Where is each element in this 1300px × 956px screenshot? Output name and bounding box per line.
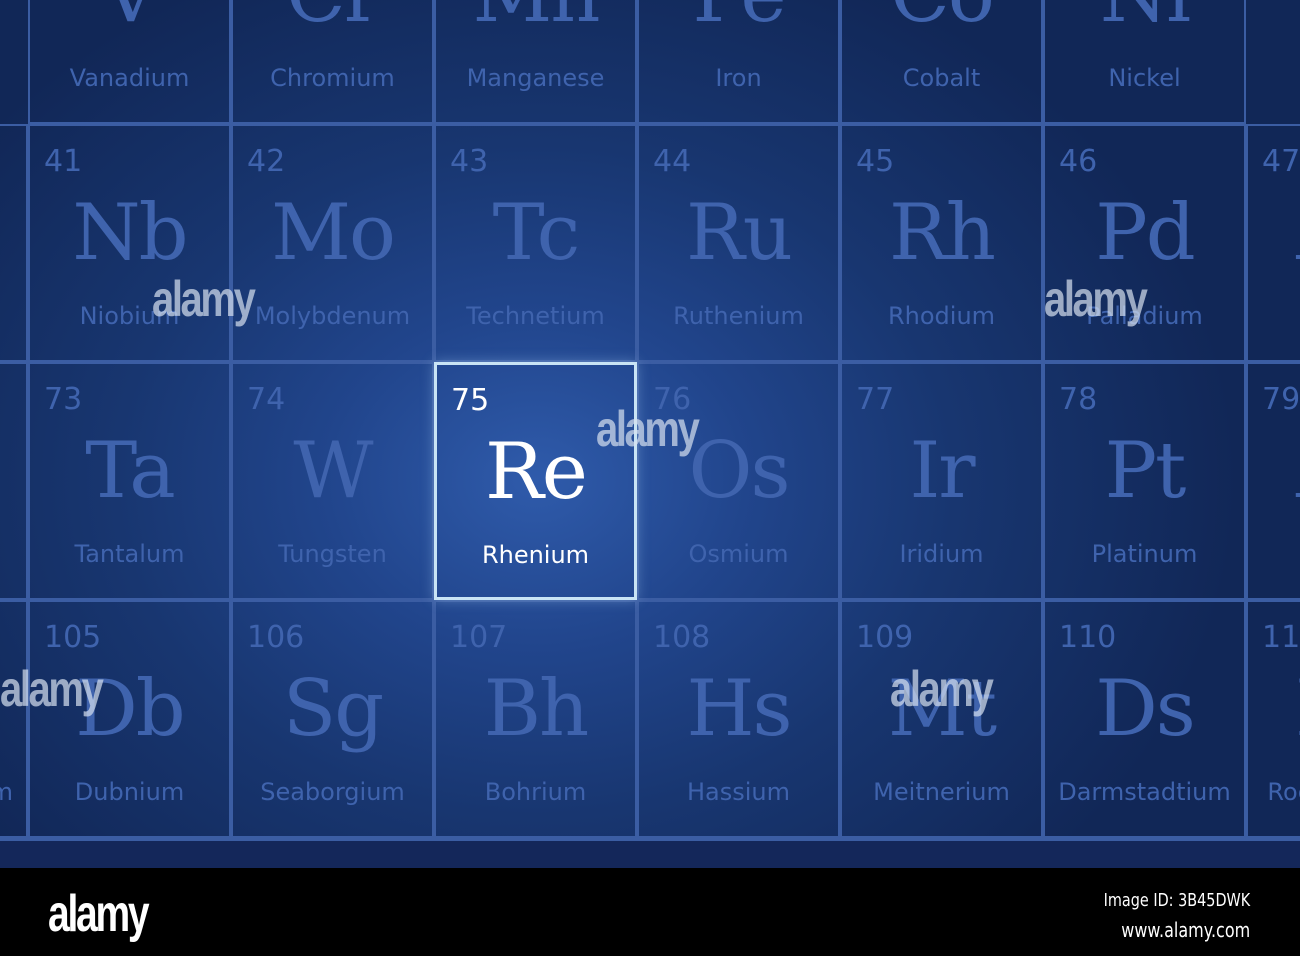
watermark-logo: alamy — [1044, 271, 1148, 327]
atomic-number: 108 — [653, 620, 711, 655]
element-symbol: Ru — [686, 188, 793, 278]
element-name: Nickel — [1108, 64, 1181, 92]
element-symbol: W — [293, 426, 373, 516]
element-symbol: Cr — [233, 0, 432, 40]
element-symbol: Zr — [0, 188, 26, 278]
atomic-number: 75 — [451, 383, 490, 418]
element-cell: 27CoCobalt — [840, 0, 1043, 124]
element-symbol: Rg — [1248, 664, 1300, 754]
atomic-number: 41 — [44, 144, 83, 179]
atomic-number: 46 — [1059, 144, 1098, 179]
watermark-logo: alamy — [0, 661, 104, 717]
watermark-logo: alamy — [596, 401, 700, 457]
element-cell-highlighted: 75 Re Rhenium — [434, 362, 637, 600]
element-name: Gold — [1208, 540, 1300, 568]
element-name: Rhenium — [481, 541, 590, 569]
atomic-number: 44 — [653, 144, 692, 179]
element-cell: 79AuGold — [1246, 362, 1300, 600]
alamy-logo: alamy — [48, 885, 150, 943]
element-symbol: Fe — [639, 0, 838, 40]
element-symbol: Co — [842, 0, 1041, 40]
atomic-number: 107 — [450, 620, 508, 655]
element-symbol: V — [30, 0, 229, 40]
element-symbol: Tc — [492, 188, 581, 278]
element-symbol: Ag — [1248, 188, 1300, 278]
atomic-number: 74 — [247, 382, 286, 417]
table-base — [0, 838, 1300, 868]
watermark-logo: alamy — [890, 661, 994, 717]
atomic-number: 77 — [856, 382, 895, 417]
image-id: Image ID: 3B45DWK — [1103, 890, 1250, 911]
element-cell: 24CrChromium — [231, 0, 434, 124]
periodic-table: 23VVanadium24CrChromium25MnManganese26Fe… — [0, 0, 1300, 868]
element-symbol: Ta — [85, 426, 175, 516]
element-symbol: Nb — [72, 188, 188, 278]
element-symbol: Hf — [0, 426, 26, 516]
element-cell: 28NiNickel — [1043, 0, 1246, 124]
element-cell: 47AgSilver — [1246, 124, 1300, 362]
atomic-number: 43 — [450, 144, 489, 179]
atomic-number: 78 — [1059, 382, 1098, 417]
atomic-number: 109 — [856, 620, 914, 655]
element-symbol: Mo — [271, 188, 396, 278]
atomic-number: 73 — [44, 382, 83, 417]
atomic-number: 106 — [247, 620, 305, 655]
element-symbol: Mn — [436, 0, 635, 40]
atomic-number: 105 — [44, 620, 102, 655]
atomic-number: 110 — [1059, 620, 1117, 655]
element-symbol: Hs — [686, 664, 792, 754]
atomic-number: 47 — [1262, 144, 1300, 179]
site-url: www.alamy.com — [1121, 918, 1250, 942]
element-name: Roentgenium — [1267, 778, 1300, 806]
element-symbol: Sg — [282, 664, 384, 754]
element-cell: 111 Rg Roentgenium — [1246, 600, 1300, 838]
atomic-number: 45 — [856, 144, 895, 179]
atomic-number: 42 — [247, 144, 286, 179]
atomic-number: 111 — [1262, 620, 1300, 655]
element-symbol: Pt — [1104, 426, 1187, 516]
element-symbol: Bh — [483, 664, 590, 754]
element-symbol: Rh — [889, 188, 996, 278]
watermark-logo: alamy — [152, 271, 256, 327]
element-cell: 23VVanadium — [28, 0, 231, 124]
element-symbol: Pd — [1095, 188, 1195, 278]
element-symbol: Ds — [1095, 664, 1196, 754]
element-symbol: Au — [1248, 426, 1300, 516]
element-cell: 25MnManganese — [434, 0, 637, 124]
element-symbol: Ir — [909, 426, 975, 516]
atomic-number: 79 — [1262, 382, 1300, 417]
element-name: Silver — [1208, 302, 1300, 330]
footer-bar: alamy Image ID: 3B45DWK www.alamy.com — [0, 868, 1300, 956]
element-symbol: Ni — [1045, 0, 1244, 40]
element-cell: 26FeIron — [637, 0, 840, 124]
